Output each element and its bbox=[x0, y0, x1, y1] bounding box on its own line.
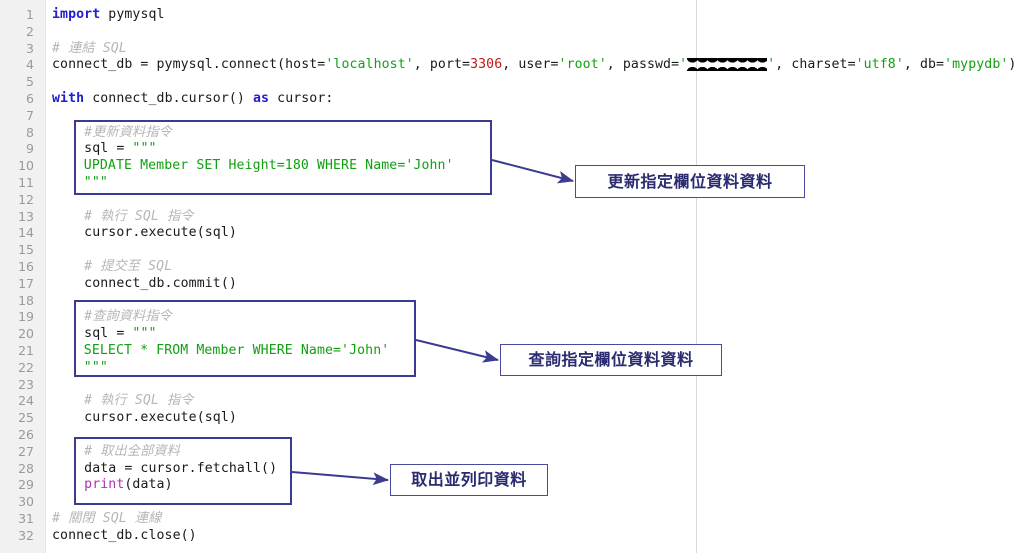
code-token: 3306 bbox=[470, 57, 503, 73]
code-token: # 執行 SQL 指令 bbox=[52, 208, 194, 224]
code-line-25[interactable]: cursor.execute(sql) bbox=[52, 410, 237, 427]
code-token: # 關閉 SQL 連線 bbox=[52, 511, 162, 526]
code-line-17[interactable]: connect_db.commit() bbox=[52, 276, 237, 293]
callout-update-callout: 更新指定欄位資料資料 bbox=[575, 165, 805, 198]
code-token: connect_db.close() bbox=[52, 527, 197, 543]
code-line-16[interactable]: # 提交至 SQL bbox=[52, 259, 172, 276]
code-token: 'mypydb' bbox=[944, 57, 1009, 73]
code-token: connect_db.cursor() bbox=[84, 91, 254, 106]
code-token: with bbox=[52, 91, 85, 106]
code-token: , db= bbox=[903, 57, 945, 73]
code-token: ' bbox=[679, 57, 688, 73]
code-line-31[interactable]: # 關閉 SQL 連線 bbox=[52, 511, 161, 528]
code-token: import bbox=[52, 7, 101, 22]
code-token: # 提交至 SQL bbox=[52, 259, 173, 274]
code-token: cursor.execute(sql) bbox=[52, 225, 237, 241]
code-line-32[interactable]: connect_db.close() bbox=[52, 528, 197, 545]
callout-select-callout: 查詢指定欄位資料資料 bbox=[500, 344, 722, 376]
code-line-13[interactable]: # 執行 SQL 指令 bbox=[52, 209, 194, 226]
code-editor[interactable]: 1 2 3 4 5 6 7 8 9 10 11 12 13 14 15 16 17 18 19 20 21 22 23 24 2… bbox=[0, 0, 1024, 553]
code-line-1[interactable]: import pymysql bbox=[52, 7, 165, 24]
code-token: cursor.execute(sql) bbox=[52, 410, 237, 426]
code-token: , charset= bbox=[775, 57, 856, 73]
code-token: , user= bbox=[502, 57, 559, 73]
highlight-box-update-block bbox=[74, 120, 492, 195]
code-line-24[interactable]: # 執行 SQL 指令 bbox=[52, 393, 194, 410]
highlight-box-fetch-block bbox=[74, 437, 292, 505]
code-token: pymysql bbox=[100, 7, 165, 22]
code-token: , port= bbox=[413, 57, 471, 73]
code-line-4[interactable]: connect_db = pymysql.connect(host='local… bbox=[52, 57, 1016, 74]
code-token: # 連結 SQL bbox=[52, 40, 127, 56]
highlight-box-select-block bbox=[74, 300, 416, 377]
code-token: cursor: bbox=[269, 91, 334, 106]
code-token: 'utf8' bbox=[855, 57, 904, 73]
code-line-3[interactable]: # 連結 SQL bbox=[52, 41, 127, 58]
code-token: connect_db.commit() bbox=[52, 275, 237, 291]
code-token: , passwd= bbox=[606, 57, 680, 73]
password-redaction-mark bbox=[687, 58, 768, 72]
code-token: 'root' bbox=[558, 57, 607, 73]
code-token: connect_db = pymysql.connect(host= bbox=[52, 57, 326, 73]
code-token: as bbox=[253, 91, 270, 106]
code-line-14[interactable]: cursor.execute(sql) bbox=[52, 225, 237, 242]
code-token: # 執行 SQL 指令 bbox=[52, 393, 194, 409]
code-line-6[interactable]: with connect_db.cursor() as cursor: bbox=[52, 91, 333, 108]
code-token: 'localhost' bbox=[325, 57, 414, 73]
code-token: ) bbox=[1008, 57, 1017, 73]
callout-fetch-callout: 取出並列印資料 bbox=[390, 464, 548, 496]
